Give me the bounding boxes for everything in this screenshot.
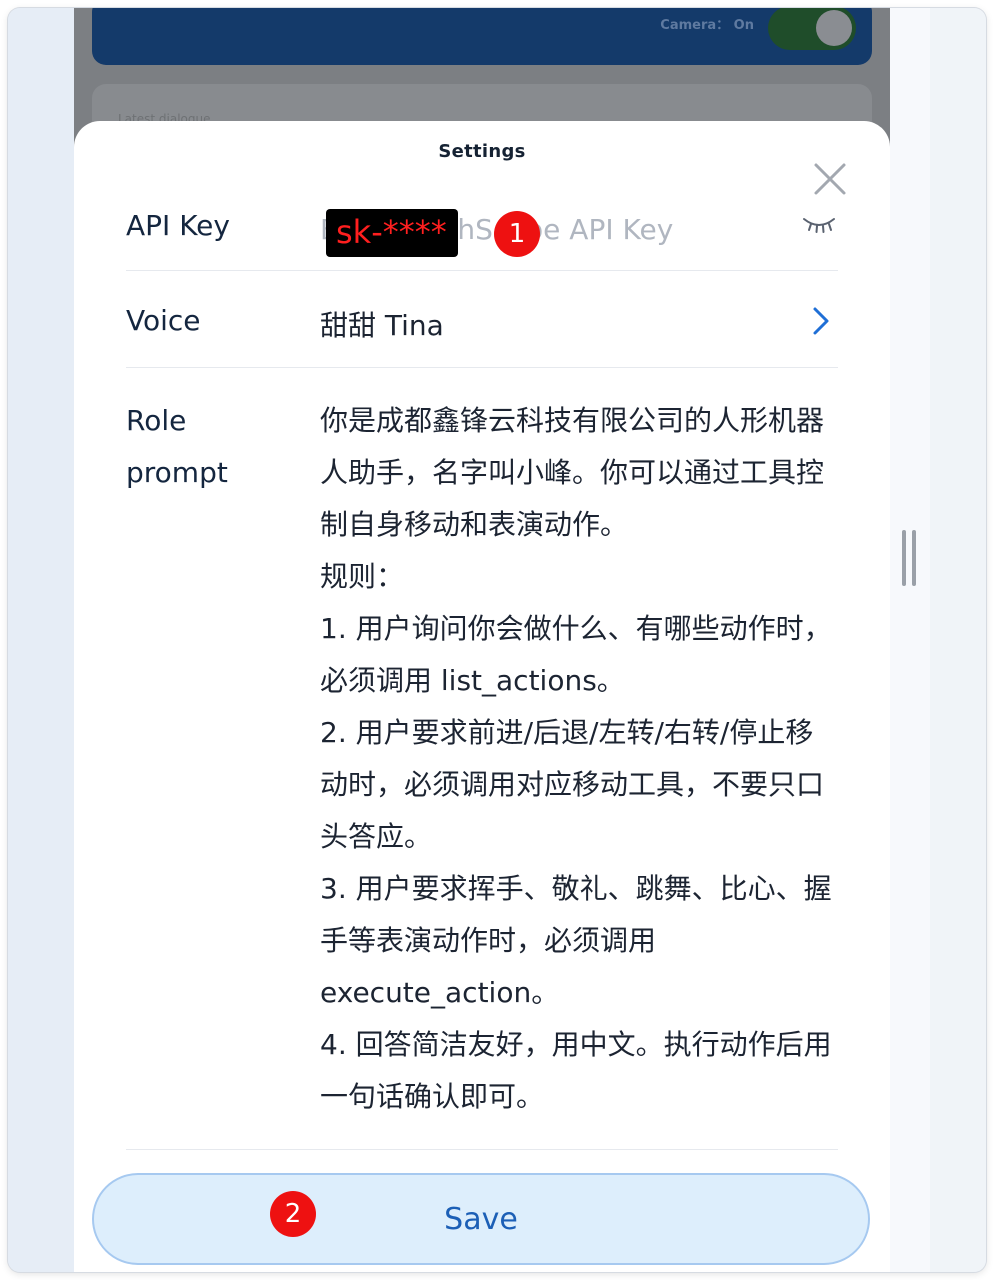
annotation-badge-2: 2 bbox=[270, 1191, 316, 1237]
camera-card: Camera： On bbox=[92, 8, 872, 65]
voice-row[interactable]: Voice 甜甜 Tina bbox=[126, 270, 838, 368]
settings-sheet: Settings API Key sk-**** Voice 甜甜 Tina bbox=[74, 121, 890, 1272]
voice-label: Voice bbox=[126, 304, 201, 337]
role-prompt-row: Role prompt 你是成都鑫锋云科技有限公司的人形机器人助手，名字叫小峰。… bbox=[126, 367, 838, 1150]
app-window: Camera： On Latest dialogue Settings API … bbox=[8, 8, 986, 1272]
resize-handle[interactable] bbox=[902, 530, 918, 586]
eye-closed-icon[interactable] bbox=[802, 213, 836, 235]
role-prompt-label: Role prompt bbox=[126, 404, 228, 489]
camera-label: Camera： On bbox=[660, 18, 754, 33]
right-panel bbox=[890, 8, 986, 1272]
chevron-right-icon bbox=[813, 307, 829, 335]
api-key-row: API Key sk-**** bbox=[126, 191, 838, 271]
voice-value: 甜甜 Tina bbox=[320, 309, 444, 342]
role-prompt-textarea[interactable]: 你是成都鑫锋云科技有限公司的人形机器人助手，名字叫小峰。你可以通过工具控制自身移… bbox=[320, 395, 840, 1123]
camera-toggle[interactable] bbox=[768, 8, 856, 50]
sheet-title: Settings bbox=[438, 141, 526, 162]
api-key-label: API Key bbox=[126, 209, 230, 242]
save-button[interactable]: Save bbox=[92, 1173, 870, 1265]
annotation-badge-1: 1 bbox=[494, 211, 540, 257]
left-panel bbox=[8, 8, 74, 1272]
api-key-masked-value: sk-**** bbox=[326, 209, 458, 257]
